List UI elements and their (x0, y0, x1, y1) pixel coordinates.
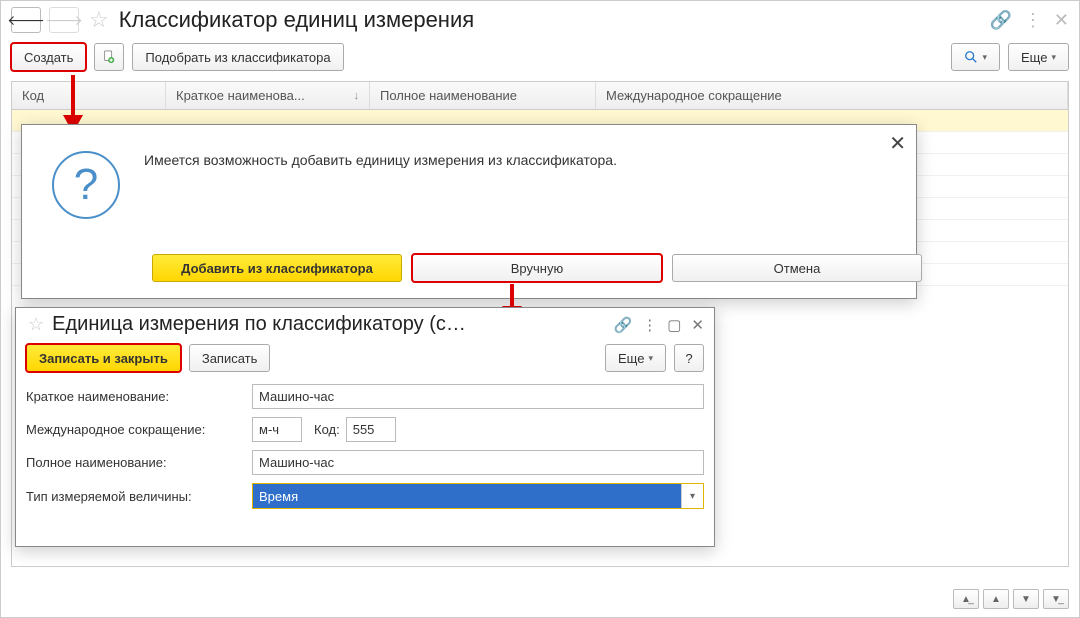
close-icon[interactable]: ✕ (691, 316, 704, 334)
label-full-name: Полное наименование: (26, 455, 246, 470)
table-header-row: Код Краткое наименова... ↓ Полное наимен… (12, 82, 1068, 110)
toolbar: Создать Подобрать из классификатора ▾ Ещ… (1, 39, 1079, 81)
scroll-up-button[interactable]: ▲ (983, 589, 1009, 609)
more-label: Еще (1021, 50, 1047, 65)
scroll-top-button[interactable]: ▲̲ (953, 589, 979, 609)
add-from-classifier-button[interactable]: Добавить из классификатора (152, 254, 402, 282)
label-intl-abbrev: Международное сокращение: (26, 422, 246, 437)
favorite-star-icon[interactable]: ☆ (89, 7, 109, 33)
maximize-icon[interactable]: ▢ (667, 316, 681, 334)
link-icon[interactable]: 🔗 (989, 10, 1011, 31)
scroll-bottom-button[interactable]: ▼̲ (1043, 589, 1069, 609)
select-value: Время (253, 484, 681, 508)
save-and-close-button[interactable]: Записать и закрыть (26, 344, 181, 372)
scroll-controls: ▲̲ ▲ ▼ ▼̲ (953, 589, 1069, 609)
form-titlebar: ☆ Единица измерения по классификатору (с… (16, 308, 714, 338)
add-manual-button[interactable]: Вручную (412, 254, 662, 282)
th-short-name-label: Краткое наименова... (176, 88, 305, 103)
create-from-template-button[interactable] (94, 43, 124, 71)
sort-asc-icon: ↓ (354, 90, 360, 102)
scroll-down-button[interactable]: ▼ (1013, 589, 1039, 609)
label-code: Код: (314, 422, 340, 437)
nav-forward-button[interactable]: 🡒 (49, 7, 79, 33)
th-intl-abbrev[interactable]: Международное сокращение (596, 82, 1068, 109)
question-icon: ? (52, 151, 120, 219)
more-vert-icon[interactable]: ⋮ (1024, 10, 1042, 31)
search-icon (964, 50, 978, 64)
link-icon[interactable]: 🔗 (614, 316, 633, 334)
more-vert-icon[interactable]: ⋮ (642, 316, 657, 334)
th-full-name[interactable]: Полное наименование (370, 82, 596, 109)
chevron-down-icon[interactable]: ▾ (681, 484, 703, 508)
form-body: Краткое наименование: Международное сокр… (16, 378, 714, 523)
dialog-message: Имеется возможность добавить единицу изм… (144, 151, 617, 171)
unit-form-dialog: ☆ Единица измерения по классификатору (с… (15, 307, 715, 547)
save-button[interactable]: Записать (189, 344, 271, 372)
input-short-name[interactable] (252, 384, 704, 409)
select-measure-type[interactable]: Время ▾ (252, 483, 704, 509)
form-more-button[interactable]: Еще ▾ (605, 344, 666, 372)
help-button[interactable]: ? (674, 344, 704, 372)
form-toolbar: Записать и закрыть Записать Еще ▾ ? (16, 338, 714, 378)
window-close-icon[interactable]: ✕ (1054, 10, 1069, 31)
form-title: Единица измерения по классификатору (с… (52, 313, 607, 336)
label-short-name: Краткое наименование: (26, 389, 246, 404)
label-measure-type: Тип измеряемой величины: (26, 489, 246, 504)
more-button[interactable]: Еще ▾ (1008, 43, 1069, 71)
th-short-name[interactable]: Краткое наименова... ↓ (166, 82, 370, 109)
cancel-button[interactable]: Отмена (672, 254, 922, 282)
input-intl-abbrev[interactable] (252, 417, 302, 442)
window-title: Классификатор единиц измерения (119, 7, 474, 33)
favorite-star-icon[interactable]: ☆ (28, 314, 44, 335)
create-button[interactable]: Создать (11, 43, 86, 71)
add-method-dialog: ✕ ? Имеется возможность добавить единицу… (21, 124, 917, 299)
input-code[interactable] (346, 417, 396, 442)
pick-from-classifier-button[interactable]: Подобрать из классификатора (132, 43, 343, 71)
dialog-close-icon[interactable]: ✕ (889, 131, 906, 156)
search-button[interactable]: ▾ (951, 43, 1000, 71)
input-full-name[interactable] (252, 450, 704, 475)
nav-back-button[interactable]: 🡐 (11, 7, 41, 33)
titlebar: 🡐 🡒 ☆ Классификатор единиц измерения 🔗 ⋮… (1, 1, 1079, 39)
form-more-label: Еще (618, 351, 644, 366)
document-plus-icon (102, 50, 116, 64)
main-window: 🡐 🡒 ☆ Классификатор единиц измерения 🔗 ⋮… (0, 0, 1080, 618)
th-code[interactable]: Код (12, 82, 166, 109)
